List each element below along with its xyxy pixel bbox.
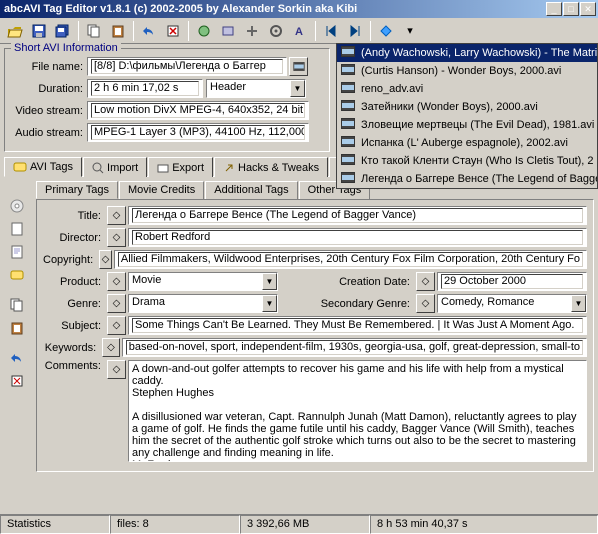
copyright-input[interactable]: Allied Filmmakers, Wildwood Enterprises,… (114, 250, 587, 269)
audio-label: Audio stream: (11, 127, 87, 139)
menu-item[interactable]: Затейники (Wonder Boys), 2000.avi (337, 98, 597, 116)
creation-input[interactable]: 29 October 2000 (437, 272, 587, 291)
clear-field-button[interactable]: ◇ (99, 250, 112, 269)
lt-disc-icon[interactable] (6, 196, 28, 216)
tool2-icon[interactable] (217, 20, 239, 42)
header-select[interactable]: Header▼ (206, 79, 306, 98)
dropdown-arrow-icon[interactable]: ▾ (399, 20, 421, 42)
title-text: abcAVI Tag Editor v1.8.1 (c) 2002-2005 b… (2, 3, 546, 15)
menu-item[interactable]: Испанка (L' Auberge espagnole), 2002.avi (337, 134, 597, 152)
status-duration: 8 h 53 min 40,37 s (370, 515, 598, 534)
subject-input[interactable]: Some Things Can't Be Learned. They Must … (128, 316, 587, 335)
avi-info-fieldset: Short AVI Information File name: [8/8] D… (4, 48, 330, 152)
audio-input: MPEG-1 Layer 3 (MP3), 44100 Hz, 112,000 … (87, 123, 309, 142)
paste-icon[interactable] (107, 20, 129, 42)
clear-field-button[interactable]: ◇ (416, 272, 435, 291)
clear-field-button[interactable]: ◇ (107, 316, 126, 335)
tab-import[interactable]: Import (83, 157, 147, 177)
clear-field-button[interactable]: ◇ (102, 338, 120, 357)
open-icon[interactable] (4, 20, 26, 42)
main-toolbar: A ▾ (0, 18, 598, 44)
tab-export[interactable]: Export (148, 157, 213, 177)
secgenre-label: Secondary Genre: (278, 298, 414, 310)
creation-label: Creation Date: (278, 276, 414, 288)
subtab-primary[interactable]: Primary Tags (36, 181, 118, 199)
lt-tag-icon[interactable] (6, 265, 28, 285)
status-size: 3 392,66 MB (240, 515, 370, 534)
lt-paste-icon[interactable] (6, 318, 28, 338)
maximize-button[interactable]: □ (563, 2, 579, 16)
lt-undo-icon[interactable] (6, 348, 28, 368)
clear-field-button[interactable]: ◇ (107, 228, 126, 247)
copy-icon[interactable] (83, 20, 105, 42)
fieldset-legend: Short AVI Information (11, 42, 121, 54)
duration-label: Duration: (11, 83, 87, 95)
lt-copy-icon[interactable] (6, 295, 28, 315)
file-dropdown-menu: (Andy Wachowski, Larry Wachowski) - The … (336, 43, 598, 189)
browse-button[interactable] (289, 57, 308, 76)
clear-field-button[interactable]: ◇ (416, 294, 435, 313)
secgenre-select[interactable]: Comedy, Romance▼ (437, 294, 587, 313)
clear-field-button[interactable]: ◇ (107, 206, 126, 225)
font-icon[interactable]: A (289, 20, 311, 42)
subject-label: Subject: (43, 320, 105, 332)
product-label: Product: (43, 276, 105, 288)
filename-input[interactable]: [8/8] D:\фильмы\Легенда о Баггер (87, 57, 287, 76)
prev-icon[interactable] (320, 20, 342, 42)
tab-avi-tags[interactable]: AVI Tags (4, 157, 82, 177)
genre-label: Genre: (43, 298, 105, 310)
clear-icon[interactable] (162, 20, 184, 42)
keywords-input[interactable]: based-on-novel, sport, independent-film,… (122, 338, 587, 357)
menu-item[interactable]: Кто такой Кленти Стаун (Who Is Cletis To… (337, 152, 597, 170)
title-input[interactable]: Легенда о Баггере Венсе (The Legend of B… (128, 206, 587, 225)
subtab-credits[interactable]: Movie Credits (119, 181, 204, 199)
diamond-icon[interactable] (375, 20, 397, 42)
keywords-label: Keywords: (43, 342, 100, 354)
menu-item[interactable]: Легенда о Баггере Венсе (The Legend of B… (337, 170, 597, 188)
video-label: Video stream: (11, 105, 87, 117)
status-files: files: 8 (110, 515, 240, 534)
product-select[interactable]: Movie▼ (128, 272, 278, 291)
lt-clear-icon[interactable] (6, 371, 28, 391)
save-icon[interactable] (28, 20, 50, 42)
primary-tags-panel: Title:◇Легенда о Баггере Венсе (The Lege… (36, 199, 594, 472)
menu-item[interactable]: (Andy Wachowski, Larry Wachowski) - The … (337, 44, 597, 62)
filename-label: File name: (11, 61, 87, 73)
menu-item[interactable]: (Curtis Hanson) - Wonder Boys, 2000.avi (337, 62, 597, 80)
video-input: Low motion DivX MPEG-4, 640x352, 24 bit,… (87, 101, 309, 120)
director-label: Director: (43, 232, 105, 244)
status-label: Statistics (0, 515, 110, 534)
clear-field-button[interactable]: ◇ (107, 360, 126, 379)
subtab-additional[interactable]: Additional Tags (205, 181, 297, 199)
undo-icon[interactable] (138, 20, 160, 42)
tool3-icon[interactable] (241, 20, 263, 42)
next-icon[interactable] (344, 20, 366, 42)
svg-text:A: A (295, 26, 303, 38)
settings-icon[interactable] (265, 20, 287, 42)
lt-doc-icon[interactable] (6, 219, 28, 239)
left-toolbar (6, 196, 32, 391)
clear-field-button[interactable]: ◇ (107, 294, 126, 313)
menu-item[interactable]: Зловещие мертвецы (The Evil Dead), 1981.… (337, 116, 597, 134)
title-label: Title: (43, 210, 105, 222)
copyright-label: Copyright: (43, 254, 97, 266)
genre-select[interactable]: Drama▼ (128, 294, 278, 313)
statusbar: Statistics files: 8 3 392,66 MB 8 h 53 m… (0, 514, 598, 534)
director-input[interactable]: Robert Redford (128, 228, 587, 247)
titlebar: abcAVI Tag Editor v1.8.1 (c) 2002-2005 b… (0, 0, 598, 18)
tool1-icon[interactable] (193, 20, 215, 42)
menu-item[interactable]: reno_adv.avi (337, 80, 597, 98)
duration-input: 2 h 6 min 17,02 s (87, 79, 203, 98)
minimize-button[interactable]: _ (546, 2, 562, 16)
comments-label: Comments: (43, 360, 105, 372)
tab-hacks[interactable]: Hacks & Tweaks (214, 157, 328, 177)
comments-textarea[interactable]: A down-and-out golfer attempts to recove… (128, 360, 587, 462)
save-all-icon[interactable] (52, 20, 74, 42)
close-button[interactable]: ✕ (580, 2, 596, 16)
lt-doc2-icon[interactable] (6, 242, 28, 262)
clear-field-button[interactable]: ◇ (107, 272, 126, 291)
